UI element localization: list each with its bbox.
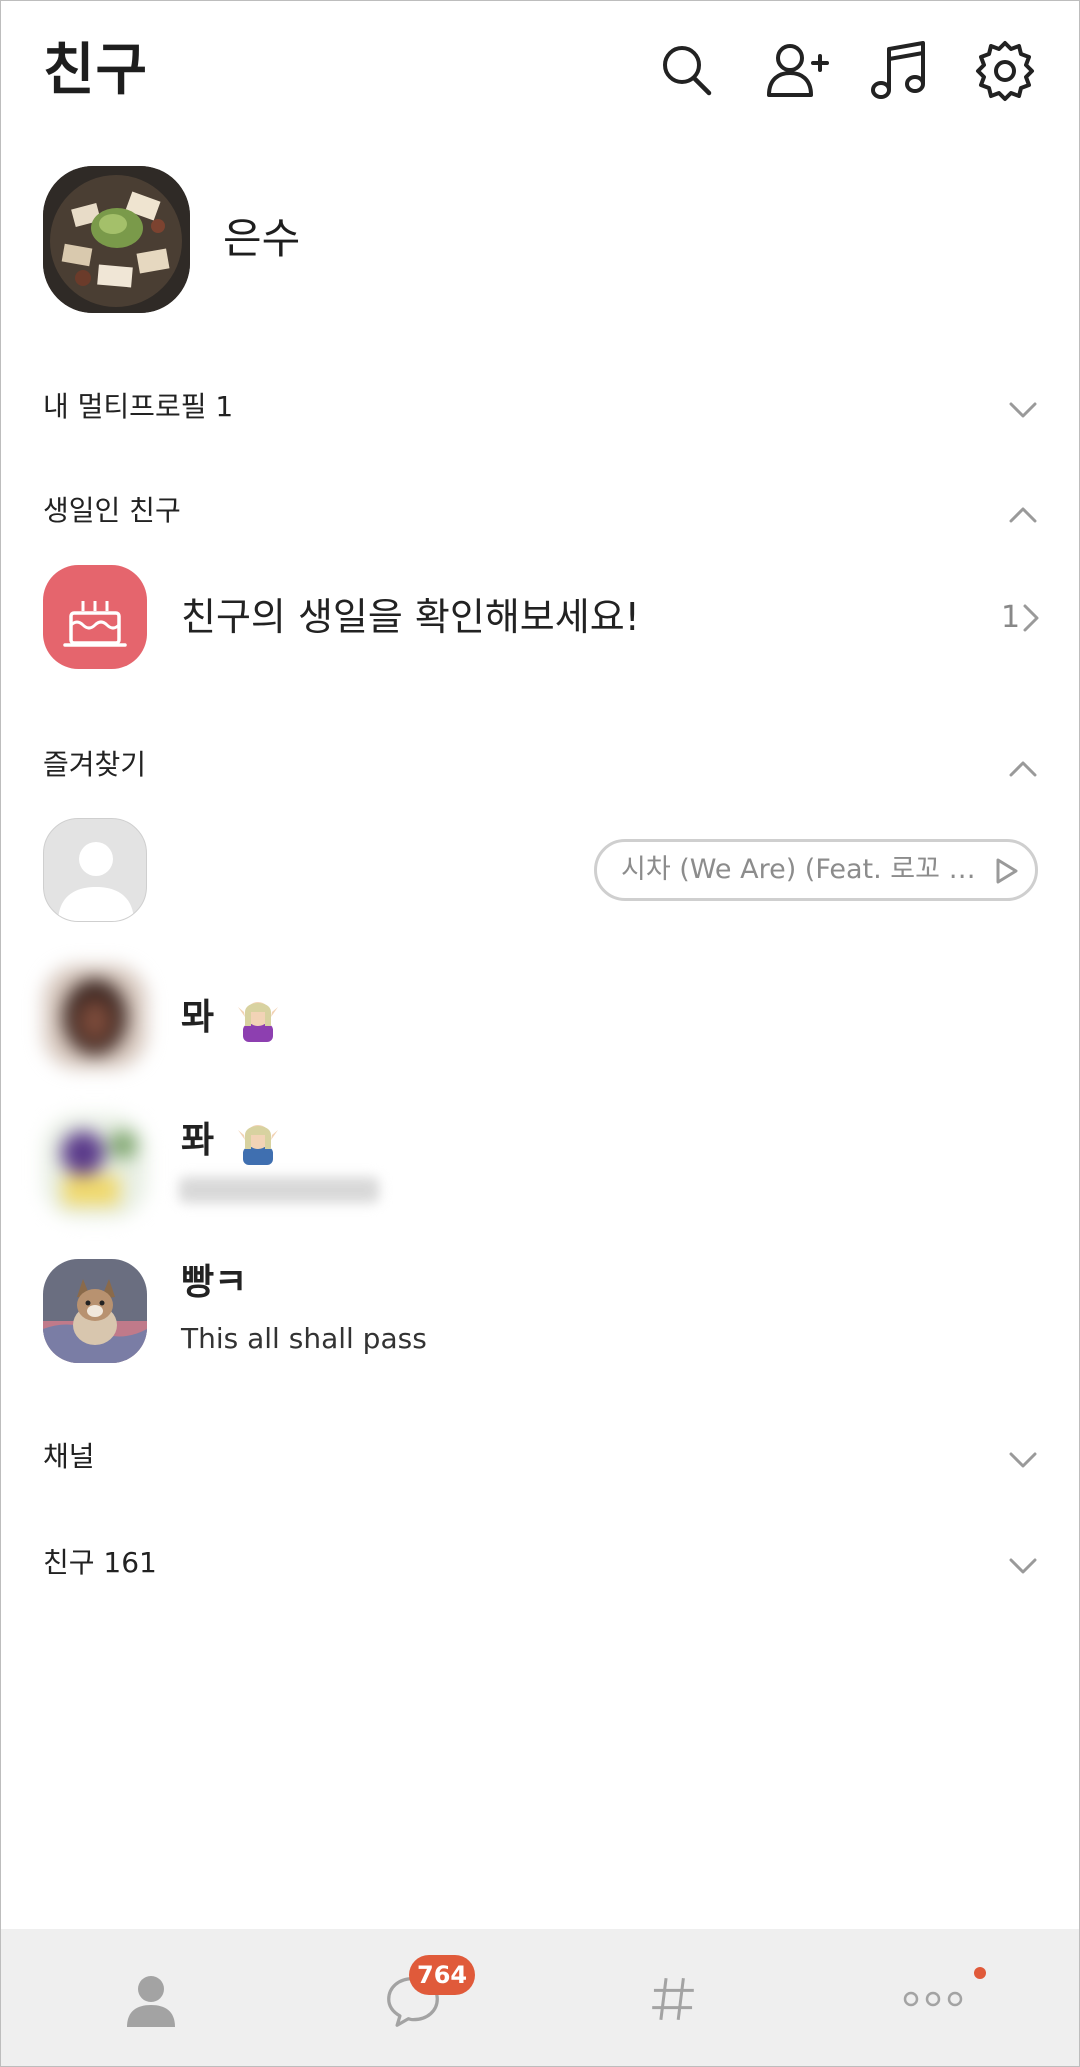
section-multi-profile[interactable]: 내 멀티프로필 1 [43, 385, 233, 429]
section-favorites[interactable]: 즐겨찾기 [43, 743, 146, 787]
music-icon[interactable] [867, 37, 935, 105]
chevron-down-icon[interactable] [1003, 1439, 1043, 1479]
avatar[interactable] [43, 1115, 147, 1219]
chevron-up-icon[interactable] [1003, 495, 1043, 535]
more-tab[interactable] [811, 1929, 1079, 2066]
default-person-icon [58, 842, 134, 921]
chevron-up-icon[interactable] [1003, 749, 1043, 789]
page-title: 친구 [43, 38, 149, 103]
friends-tab[interactable] [1, 1929, 271, 2066]
person-icon [127, 1976, 175, 2027]
chat-unread-badge: 764 [409, 1955, 476, 1995]
avatar[interactable] [43, 965, 147, 1069]
chevron-down-icon[interactable] [1003, 389, 1043, 429]
avatar[interactable] [43, 1259, 147, 1363]
section-channel[interactable]: 채널 [43, 1435, 95, 1479]
my-profile-name[interactable]: 은수 [223, 209, 300, 269]
profile-music-pill[interactable]: 시차 (We Are) (Feat. 로꼬 &... [594, 839, 1038, 901]
bottom-nav [1, 1929, 1079, 2066]
openchat-tab[interactable] [541, 1929, 811, 2066]
friend-status-message: This all shall pass [181, 1322, 427, 1355]
birthday-badge[interactable] [43, 565, 147, 669]
search-icon[interactable] [653, 37, 721, 105]
more-notification-dot [974, 1967, 986, 1979]
friend-name[interactable]: 뫄 [181, 992, 279, 1044]
blurred-status-message [179, 1177, 379, 1203]
friend-name[interactable]: 빵ㅋ [181, 1257, 247, 1309]
chevron-down-icon[interactable] [1003, 1545, 1043, 1585]
elf-emoji-icon [237, 1002, 278, 1042]
chevron-right-icon[interactable] [1017, 598, 1047, 638]
avatar[interactable] [43, 818, 147, 922]
music-title: 시차 (We Are) (Feat. 로꼬 &... [621, 854, 983, 885]
my-profile-avatar[interactable] [43, 166, 190, 313]
hashtag-icon [652, 1978, 694, 2020]
settings-icon[interactable] [971, 37, 1039, 105]
section-friends[interactable]: 친구 161 [43, 1541, 157, 1585]
play-icon[interactable] [995, 857, 1019, 885]
friend-name[interactable]: 퐈 [181, 1115, 279, 1167]
add-friend-icon[interactable] [763, 37, 831, 105]
chats-tab[interactable] [271, 1929, 541, 2066]
birthday-prompt-text[interactable]: 친구의 생일을 확인해보세요! [181, 589, 640, 645]
elf-emoji-icon [237, 1125, 278, 1165]
more-dots-icon [903, 1991, 963, 2007]
app-screen: 친구 은수 내 멀티프로필 1 생일인 친구 친구의 생일을 확인해보세요! 1… [0, 0, 1080, 2067]
section-birthday[interactable]: 생일인 친구 [43, 489, 181, 533]
cake-icon [63, 601, 127, 647]
